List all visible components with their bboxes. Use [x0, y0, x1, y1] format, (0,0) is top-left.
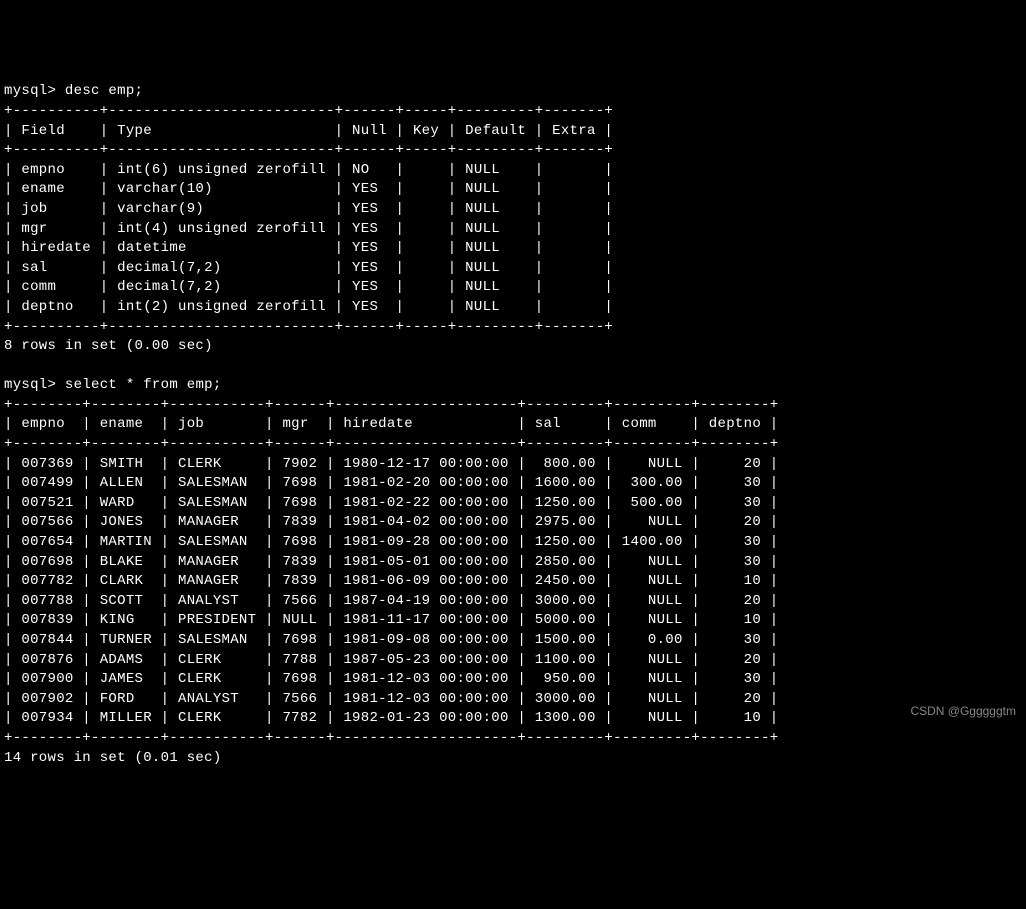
table-row: | 007876 | ADAMS | CLERK | 7788 | 1987-0…	[4, 652, 778, 668]
select-header: | empno | ename | job | mgr | hiredate |…	[4, 416, 778, 432]
command-desc: desc emp;	[65, 83, 143, 99]
table-row: | 007566 | JONES | MANAGER | 7839 | 1981…	[4, 514, 778, 530]
table-row: | 007369 | SMITH | CLERK | 7902 | 1980-1…	[4, 456, 778, 472]
command-select: select * from emp;	[65, 377, 222, 393]
table-row: | 007521 | WARD | SALESMAN | 7698 | 1981…	[4, 495, 778, 511]
select-sep-top: +--------+--------+-----------+------+--…	[4, 397, 778, 413]
desc-sep-top: +----------+--------------------------+-…	[4, 103, 613, 119]
table-row: | 007902 | FORD | ANALYST | 7566 | 1981-…	[4, 691, 778, 707]
desc-row: | ename | varchar(10) | YES | | NULL | |	[4, 181, 613, 197]
mysql-prompt: mysql>	[4, 83, 56, 99]
watermark: CSDN @Ggggggtm	[910, 703, 1016, 720]
table-row: | 007900 | JAMES | CLERK | 7698 | 1981-1…	[4, 671, 778, 687]
desc-row: | sal | decimal(7,2) | YES | | NULL | |	[4, 260, 613, 276]
table-row: | 007844 | TURNER | SALESMAN | 7698 | 19…	[4, 632, 778, 648]
desc-row: | empno | int(6) unsigned zerofill | NO …	[4, 162, 613, 178]
mysql-prompt: mysql>	[4, 377, 56, 393]
select-sep-mid: +--------+--------+-----------+------+--…	[4, 436, 778, 452]
table-row: | 007698 | BLAKE | MANAGER | 7839 | 1981…	[4, 554, 778, 570]
table-row: | 007499 | ALLEN | SALESMAN | 7698 | 198…	[4, 475, 778, 491]
desc-sep-mid: +----------+--------------------------+-…	[4, 142, 613, 158]
terminal-output: mysql> desc emp; +----------+-----------…	[4, 82, 1022, 768]
table-row: | 007934 | MILLER | CLERK | 7782 | 1982-…	[4, 710, 778, 726]
desc-row: | deptno | int(2) unsigned zerofill | YE…	[4, 299, 613, 315]
select-sep-bot: +--------+--------+-----------+------+--…	[4, 730, 778, 746]
desc-row: | comm | decimal(7,2) | YES | | NULL | |	[4, 279, 613, 295]
table-row: | 007839 | KING | PRESIDENT | NULL | 198…	[4, 612, 778, 628]
desc-summary: 8 rows in set (0.00 sec)	[4, 338, 213, 354]
select-summary: 14 rows in set (0.01 sec)	[4, 750, 222, 766]
desc-header: | Field | Type | Null | Key | Default | …	[4, 123, 613, 139]
table-row: | 007782 | CLARK | MANAGER | 7839 | 1981…	[4, 573, 778, 589]
desc-sep-bot: +----------+--------------------------+-…	[4, 319, 613, 335]
desc-row: | hiredate | datetime | YES | | NULL | |	[4, 240, 613, 256]
desc-row: | job | varchar(9) | YES | | NULL | |	[4, 201, 613, 217]
desc-row: | mgr | int(4) unsigned zerofill | YES |…	[4, 221, 613, 237]
table-row: | 007788 | SCOTT | ANALYST | 7566 | 1987…	[4, 593, 778, 609]
table-row: | 007654 | MARTIN | SALESMAN | 7698 | 19…	[4, 534, 778, 550]
